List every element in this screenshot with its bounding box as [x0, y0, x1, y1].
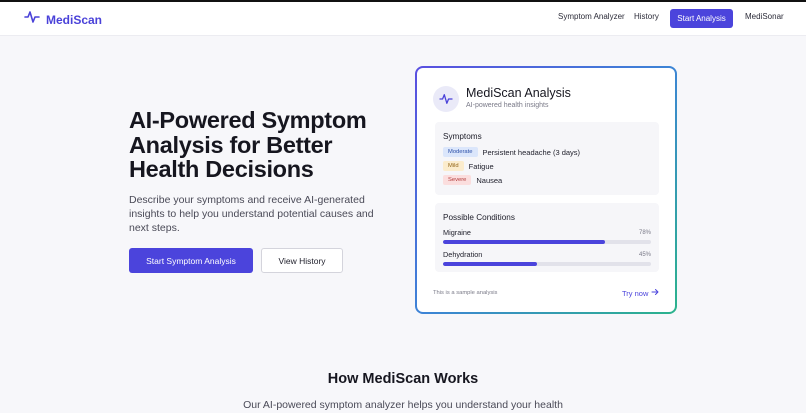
conditions-title: Possible Conditions	[443, 213, 515, 222]
card-title: MediScan Analysis	[466, 86, 571, 100]
severity-badge: Severe	[443, 175, 472, 185]
card-subtitle: AI-powered health insights	[466, 102, 549, 109]
symptom-text: Fatigue	[468, 161, 494, 171]
how-it-works-subtitle: Our AI-powered symptom analyzer helps yo…	[243, 399, 563, 411]
symptoms-title: Symptoms	[443, 132, 482, 141]
arrow-right-icon	[651, 288, 659, 298]
start-symptom-analysis-button[interactable]: Start Symptom Analysis	[129, 248, 253, 273]
pulse-icon	[433, 86, 459, 112]
analysis-card: MediScan Analysis AI-powered health insi…	[415, 66, 677, 314]
how-it-works-title: How MediScan Works	[327, 371, 479, 387]
symptom-text: Persistent headache (3 days)	[482, 147, 581, 157]
analysis-card-body: MediScan Analysis AI-powered health insi…	[417, 68, 675, 312]
condition-name: Dehydration	[443, 250, 483, 259]
probability-fill	[443, 240, 606, 244]
symptom-row: Mild Fatigue	[443, 161, 494, 171]
probability-bar	[443, 240, 651, 244]
nav-medisonar[interactable]: MediSonar	[745, 12, 784, 21]
condition-name: Migraine	[443, 228, 471, 237]
severity-badge: Moderate	[443, 147, 478, 157]
try-now-label: Try now	[622, 288, 649, 298]
hero-description: Describe your symptoms and receive AI-ge…	[129, 194, 374, 234]
symptoms-panel: Symptoms Moderate Persistent headache (3…	[435, 122, 659, 195]
symptom-row: Severe Nausea	[443, 175, 502, 185]
condition-row: Dehydration 45%	[443, 250, 651, 266]
probability-bar	[443, 262, 651, 266]
symptom-text: Nausea	[476, 175, 503, 185]
pulse-icon	[24, 10, 40, 29]
probability-fill	[443, 262, 537, 266]
try-now-link[interactable]: Try now	[622, 288, 659, 298]
nav-history[interactable]: History	[634, 12, 659, 21]
logo[interactable]: MediScan	[24, 10, 102, 29]
view-history-button[interactable]: View History	[261, 248, 343, 273]
logo-text: MediScan	[46, 12, 103, 27]
hero-title: AI-Powered Symptom Analysis for Better H…	[129, 107, 367, 182]
severity-badge: Mild	[443, 161, 464, 171]
condition-percent: 45%	[638, 251, 651, 258]
nav-start-analysis-button[interactable]: Start Analysis	[670, 9, 733, 28]
sample-note: This is a sample analysis	[433, 290, 498, 296]
condition-percent: 78%	[638, 229, 651, 236]
conditions-panel: Possible Conditions Migraine 78% Dehydra…	[435, 203, 659, 272]
nav-symptom-analyzer[interactable]: Symptom Analyzer	[558, 12, 625, 21]
site-header: MediScan Symptom Analyzer History Start …	[0, 2, 806, 36]
symptom-row: Moderate Persistent headache (3 days)	[443, 147, 580, 157]
condition-row: Migraine 78%	[443, 228, 651, 244]
